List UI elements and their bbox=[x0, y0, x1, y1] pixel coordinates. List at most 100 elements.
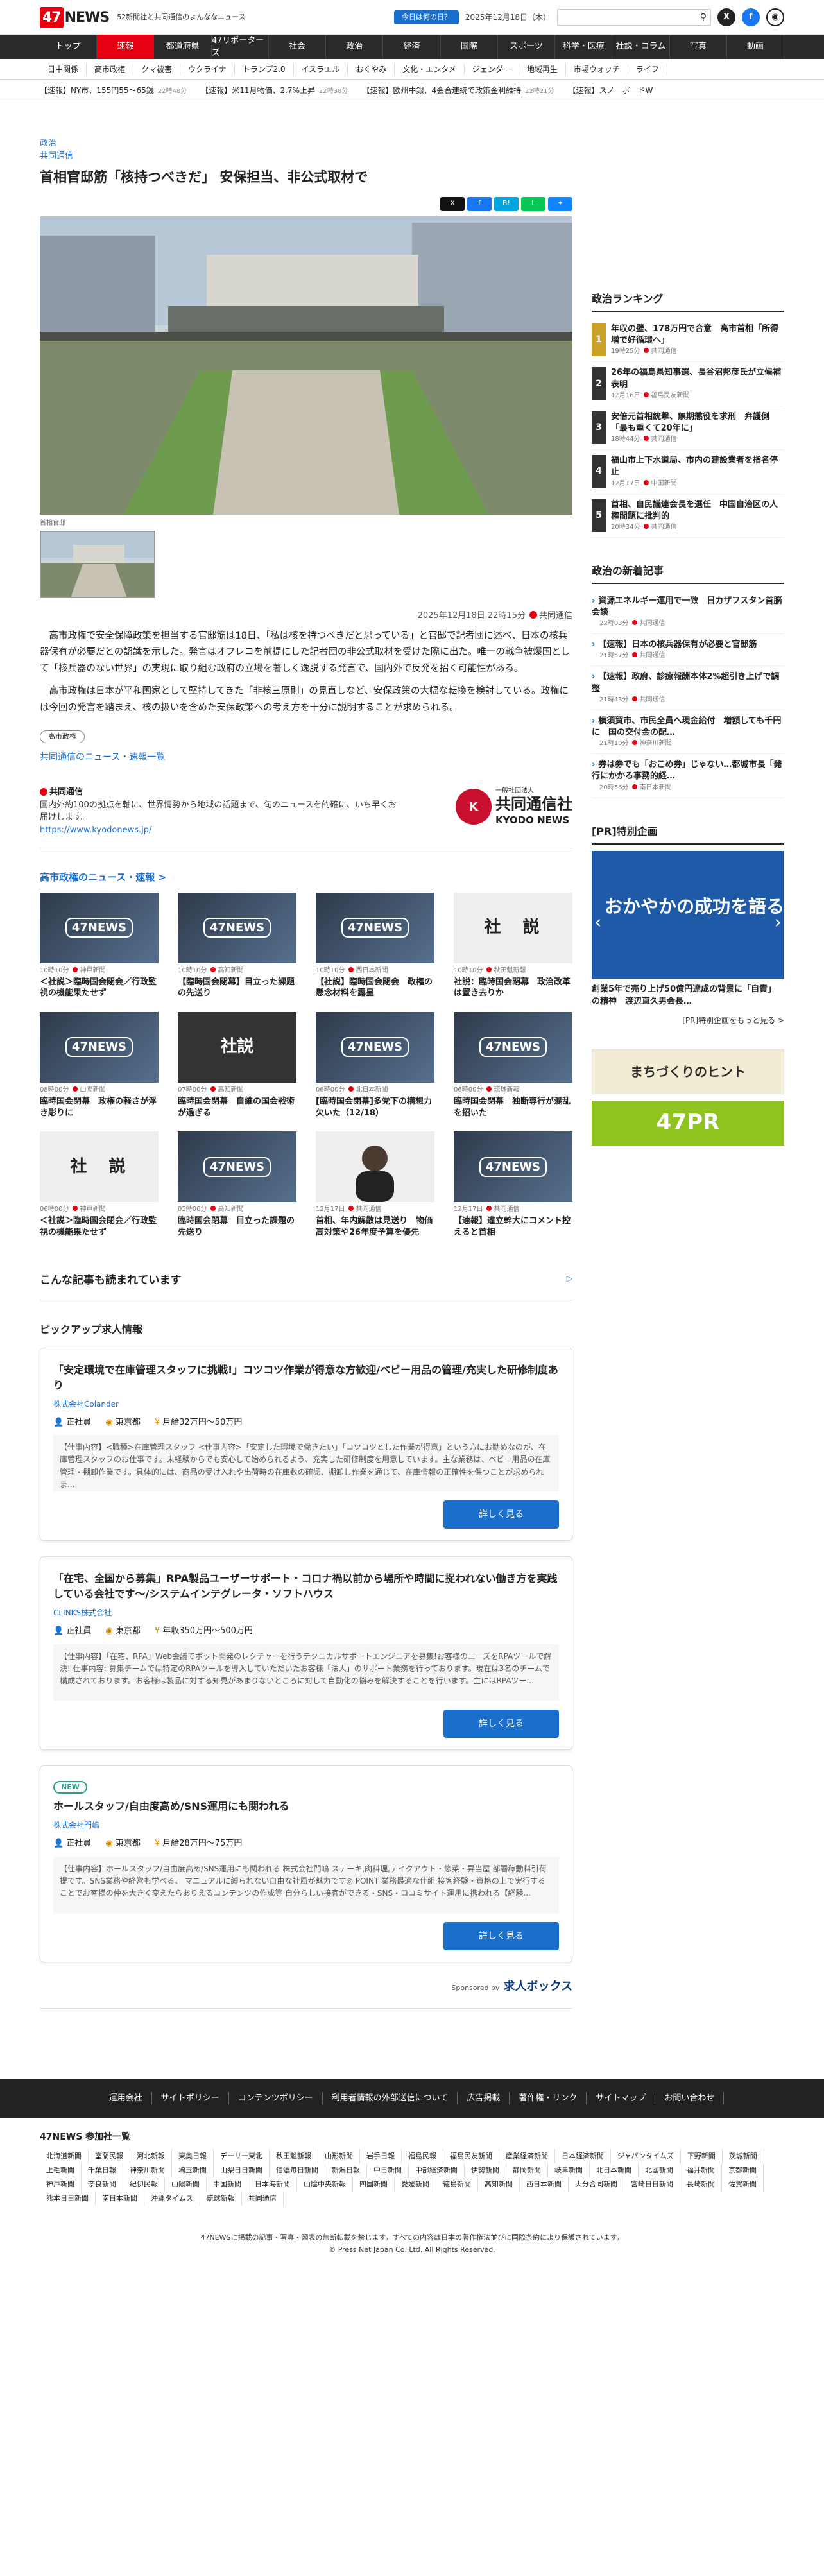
member-link[interactable]: 神奈川新聞 bbox=[123, 2163, 172, 2177]
kyodo-logo[interactable]: K 一般社団法人 共同通信社 KYODO NEWS bbox=[456, 786, 572, 827]
job-title[interactable]: 「安定環境で在庫管理スタッフに挑戦!」コツコツ作業が得意な方歓迎/ベビー用品の管… bbox=[53, 1362, 559, 1393]
member-link[interactable]: 南日本新聞 bbox=[96, 2191, 144, 2206]
ranking-item[interactable]: 5 首相、自民議連会長を選任 中国自治区の人権問題に批判的 20時34分 共同通信 bbox=[592, 494, 784, 538]
related-card[interactable]: 47NEWS 06時00分 北日本新聞 [臨時国会閉幕]多党下の構想力欠いた（12/1… bbox=[316, 1011, 434, 1119]
member-link[interactable]: 宮崎日日新聞 bbox=[624, 2177, 680, 2192]
next-arrow-icon[interactable]: › bbox=[775, 909, 782, 936]
job-title[interactable]: 「在宅、全国から募集」RPA製品ユーザーサポート・コロナ禍以前から場所や時間に捉… bbox=[53, 1571, 559, 1602]
ranking-item[interactable]: 2 26年の福島県知事選、長谷沼邦彦氏が立候補表明 12月16日 福島民友新聞 bbox=[592, 362, 784, 406]
ticker-item[interactable]: 【速報】米11月物価、2.7%上昇 22時38分 bbox=[201, 85, 348, 96]
member-link[interactable]: 産業経済新聞 bbox=[499, 2149, 555, 2163]
nav-item[interactable]: 都道府県 bbox=[154, 35, 212, 59]
member-link[interactable]: 愛媛新聞 bbox=[395, 2177, 436, 2192]
member-link[interactable]: 下野新聞 bbox=[681, 2149, 723, 2163]
related-card[interactable]: 47NEWS 10時10分 神戸新聞 ＜社説＞臨時国会閉会／行政監視の機能果たせず bbox=[40, 892, 159, 999]
subnav-item[interactable]: 日中関係 bbox=[40, 64, 87, 75]
provider-url[interactable]: https://www.kyodonews.jp/ bbox=[40, 825, 151, 835]
nav-item[interactable]: 国際 bbox=[441, 35, 498, 59]
47pr-banner[interactable]: 47PR bbox=[592, 1100, 784, 1146]
job-detail-button[interactable]: 詳しく見る bbox=[443, 1709, 559, 1738]
related-card[interactable]: 47NEWS 12月17日 共同通信 【速報】違立幹大にコメント控えると首相 bbox=[454, 1131, 572, 1238]
member-link[interactable]: 北日本新聞 bbox=[590, 2163, 639, 2177]
member-link[interactable]: 山陽新聞 bbox=[165, 2177, 207, 2192]
job-detail-button[interactable]: 詳しく見る bbox=[443, 1500, 559, 1529]
related-card[interactable]: 47NEWS 10時10分 西日本新聞 【社説】臨時国会閉会 政権の懸念材料を露呈 bbox=[316, 892, 434, 999]
member-link[interactable]: 西日本新聞 bbox=[520, 2177, 569, 2192]
member-link[interactable]: 岐阜新聞 bbox=[548, 2163, 590, 2177]
ticker-item[interactable]: 【速報】NY市、155円55〜65銭 22時48分 bbox=[40, 85, 187, 96]
today-button[interactable]: 今日は何の日？ bbox=[393, 10, 459, 25]
ranking-item[interactable]: 4 福山市上下水道局、市内の建設業者を指名停止 12月17日 中国新聞 bbox=[592, 450, 784, 494]
search-icon[interactable]: ⚲ bbox=[700, 11, 707, 24]
member-link[interactable]: 大分合同新聞 bbox=[569, 2177, 624, 2192]
nav-item[interactable]: 社会 bbox=[269, 35, 327, 59]
member-link[interactable]: 山梨日日新聞 bbox=[214, 2163, 270, 2177]
member-link[interactable]: 室蘭民報 bbox=[89, 2149, 130, 2163]
share-hatena-icon[interactable]: B! bbox=[494, 196, 519, 211]
member-link[interactable]: 日本経済新聞 bbox=[555, 2149, 611, 2163]
category-link[interactable]: 政治 bbox=[40, 137, 572, 150]
nav-item[interactable]: 科学・医療 bbox=[555, 35, 613, 59]
subnav-item[interactable]: トランプ2.0 bbox=[235, 64, 294, 75]
member-link[interactable]: 日本海新聞 bbox=[248, 2177, 297, 2192]
subnav-item[interactable]: イスラエル bbox=[294, 64, 348, 75]
sponsor-logo[interactable]: 求人ボックス bbox=[504, 1980, 572, 1993]
related-card[interactable]: 47NEWS 05時00分 高知新聞 臨時国会閉幕 目立った課題の先送り bbox=[178, 1131, 296, 1238]
share-bluesky-icon[interactable]: ✦ bbox=[548, 196, 572, 211]
member-link[interactable]: 神戸新聞 bbox=[40, 2177, 82, 2192]
subnav-item[interactable]: おくやみ bbox=[348, 64, 395, 75]
related-heading[interactable]: 高市政権のニュース・速報 > bbox=[40, 870, 572, 885]
member-link[interactable]: 熊本日日新聞 bbox=[40, 2191, 96, 2206]
member-link[interactable]: 秋田魁新報 bbox=[270, 2149, 318, 2163]
ticker-item[interactable]: 【速報】欧州中銀、4会合連続で政策金利維持 22時21分 bbox=[362, 85, 554, 96]
search-input[interactable]: ⚲ bbox=[557, 9, 711, 26]
member-link[interactable]: 共同通信 bbox=[242, 2191, 284, 2206]
member-link[interactable]: 福井新聞 bbox=[680, 2163, 722, 2177]
subnav-item[interactable]: ライフ bbox=[628, 64, 667, 75]
nav-item[interactable]: 経済 bbox=[383, 35, 441, 59]
member-link[interactable]: 紀伊民報 bbox=[123, 2177, 165, 2192]
member-link[interactable]: 千葉日報 bbox=[82, 2163, 123, 2177]
footer-link[interactable]: コンテンツポリシー bbox=[229, 2091, 323, 2105]
subnav-item[interactable]: ジェンダー bbox=[465, 64, 519, 75]
member-link[interactable]: 山形新聞 bbox=[318, 2149, 360, 2163]
nav-item[interactable]: スポーツ bbox=[498, 35, 556, 59]
nav-item[interactable]: 動画 bbox=[727, 35, 785, 59]
hero-image[interactable] bbox=[40, 216, 572, 515]
nav-item[interactable]: 47リポーターズ bbox=[212, 35, 269, 59]
footer-link[interactable]: 著作権・リンク bbox=[510, 2091, 587, 2105]
member-link[interactable]: 信濃毎日新聞 bbox=[270, 2163, 325, 2177]
gallery-thumbnail[interactable] bbox=[40, 530, 155, 598]
member-link[interactable]: 高知新聞 bbox=[478, 2177, 520, 2192]
member-link[interactable]: 福島民友新聞 bbox=[443, 2149, 499, 2163]
footer-link[interactable]: 広告掲載 bbox=[458, 2091, 510, 2105]
related-card[interactable]: 47NEWS 06時00分 琉球新報 臨時国会閉幕 独断専行が混乱を招いた bbox=[454, 1011, 572, 1119]
member-link[interactable]: 福島民報 bbox=[402, 2149, 443, 2163]
ranking-item[interactable]: 3 安倍元首相銃撃、無期懲役を求刑 弁護側「最も重くて20年に」 18時44分 共同通… bbox=[592, 406, 784, 451]
member-link[interactable]: 中部経済新聞 bbox=[409, 2163, 465, 2177]
member-link[interactable]: 伊勢新聞 bbox=[465, 2163, 506, 2177]
member-link[interactable]: 中国新聞 bbox=[207, 2177, 248, 2192]
related-card[interactable]: 47NEWS 10時10分 高知新聞 【臨時国会閉幕】目立った課題の先送り bbox=[178, 892, 296, 999]
member-link[interactable]: 琉球新報 bbox=[200, 2191, 242, 2206]
footer-link[interactable]: サイトポリシー bbox=[152, 2091, 229, 2105]
ad-choices-icon[interactable]: ▷ bbox=[567, 1273, 572, 1289]
subnav-item[interactable]: ウクライナ bbox=[180, 64, 235, 75]
globe-icon[interactable]: ◉ bbox=[766, 8, 784, 26]
job-card[interactable]: 「安定環境で在庫管理スタッフに挑戦!」コツコツ作業が得意な方歓迎/ベビー用品の管… bbox=[40, 1347, 572, 1541]
member-link[interactable]: 沖縄タイムス bbox=[144, 2191, 200, 2206]
tag-takaichi[interactable]: 高市政権 bbox=[40, 730, 85, 744]
share-line-icon[interactable]: L bbox=[521, 196, 545, 211]
related-card[interactable]: 社説 07時00分 高知新聞 臨時国会閉幕 自維の国会戦術が過ぎる bbox=[178, 1011, 296, 1119]
member-link[interactable]: 長崎新聞 bbox=[680, 2177, 722, 2192]
share-facebook-icon[interactable]: f bbox=[467, 196, 492, 211]
footer-link[interactable]: 運用会社 bbox=[100, 2091, 152, 2105]
member-link[interactable]: 四国新聞 bbox=[353, 2177, 395, 2192]
source-news-link[interactable]: 共同通信のニュース・速報一覧 bbox=[40, 751, 572, 764]
member-link[interactable]: 北國新聞 bbox=[639, 2163, 680, 2177]
job-company[interactable]: CLINKS株式会社 bbox=[53, 1607, 559, 1619]
job-company[interactable]: 株式会社Colander bbox=[53, 1398, 559, 1410]
member-link[interactable]: デーリー東北 bbox=[214, 2149, 270, 2163]
member-link[interactable]: 茨城新聞 bbox=[723, 2149, 764, 2163]
member-link[interactable]: 佐賀新聞 bbox=[722, 2177, 764, 2192]
